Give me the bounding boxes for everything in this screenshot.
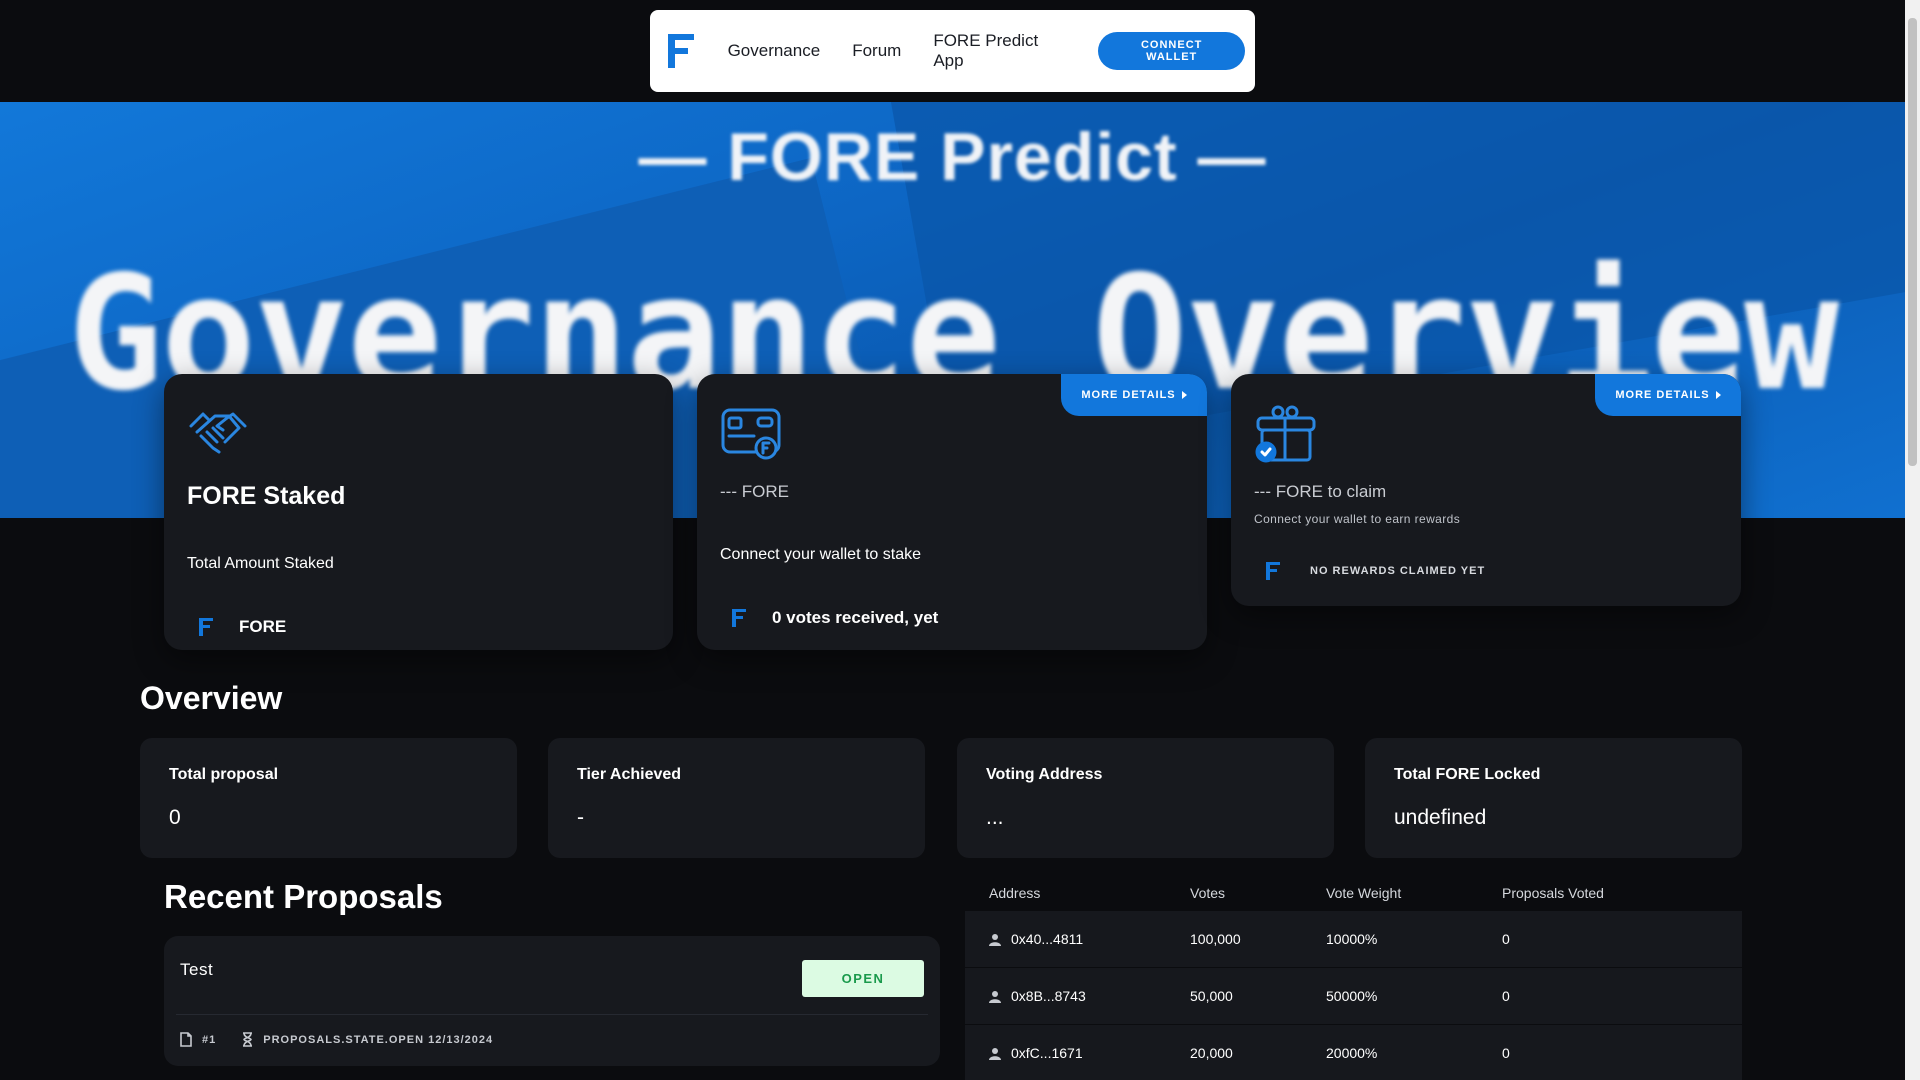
fore-logo-icon (732, 609, 746, 627)
proposal-card[interactable]: Test OPEN #1 PROPOSALS.STATE.OPEN 12/13/… (164, 936, 940, 1066)
address-cell: 0x8B...8743 (965, 988, 1190, 1004)
weight-cell: 50000% (1326, 988, 1378, 1004)
stat-voting-address: Voting Address ... (957, 738, 1334, 858)
more-details-label: MORE DETAILS (1615, 389, 1710, 401)
votes-value-row: 0 votes received, yet (720, 608, 1184, 628)
fore-logo-icon[interactable] (668, 34, 694, 68)
stat-value: ... (986, 806, 1004, 829)
votes-cell: 100,000 (1190, 931, 1241, 947)
stat-label: Total FORE Locked (1394, 766, 1541, 783)
proposals-voted-cell: 0 (1502, 1045, 1510, 1061)
more-details-button[interactable]: MORE DETAILS (1061, 374, 1207, 416)
table-header: Address Votes Vote Weight Proposals Vote… (965, 876, 1742, 910)
votes-value: 0 votes received, yet (772, 608, 939, 627)
address-text: 0x40...4811 (1011, 931, 1084, 947)
stake-card: MORE DETAILS --- FORE Connect your walle… (697, 374, 1207, 650)
rewards-hint: Connect your wallet to earn rewards (1254, 512, 1461, 526)
triangle-right-icon (1715, 391, 1721, 399)
address-text: 0xfC...1671 (1011, 1045, 1083, 1061)
column-header: Votes (1190, 885, 1226, 901)
address-text: 0x8B...8743 (1011, 988, 1086, 1004)
stat-value: undefined (1394, 806, 1487, 829)
document-icon (180, 1032, 192, 1047)
nav-link-governance[interactable]: Governance (728, 41, 821, 61)
table-row[interactable]: 0xfC...1671 20,000 20000% 0 (965, 1024, 1742, 1080)
user-icon (989, 933, 1001, 946)
rewards-value: NO REWARDS CLAIMED YET (1310, 565, 1486, 577)
stat-label: Tier Achieved (577, 766, 682, 783)
overview-title: Overview (140, 680, 283, 716)
fore-logo-icon (199, 618, 213, 636)
nav-bar: Governance Forum FORE Predict App CONNEC… (650, 10, 1255, 92)
triangle-right-icon (1181, 391, 1187, 399)
proposal-meta: #1 PROPOSALS.STATE.OPEN 12/13/2024 (180, 1032, 519, 1047)
stat-label: Total proposal (169, 766, 279, 783)
table-row[interactable]: 0x40...4811 100,000 10000% 0 (965, 910, 1742, 967)
more-details-button[interactable]: MORE DETAILS (1595, 374, 1741, 416)
proposal-id-text: #1 (202, 1033, 217, 1046)
weight-cell: 20000% (1326, 1045, 1378, 1061)
stat-total-proposal: Total proposal 0 (140, 738, 517, 858)
staked-value: FORE (239, 617, 287, 636)
user-icon (989, 1047, 1001, 1060)
stat-value: - (577, 806, 584, 829)
rewards-amount: --- FORE to claim (1254, 482, 1387, 501)
status-badge: OPEN (802, 960, 924, 997)
gift-icon (1255, 405, 1316, 463)
stake-amount: --- FORE (720, 482, 789, 501)
votes-cell: 50,000 (1190, 988, 1233, 1004)
address-cell: 0x40...4811 (965, 931, 1190, 947)
fore-staked-card: FORE Staked Total Amount Staked FORE (164, 374, 673, 650)
divider (176, 1014, 928, 1015)
connect-wallet-button[interactable]: CONNECT WALLET (1098, 32, 1246, 70)
proposal-state: PROPOSALS.STATE.OPEN 12/13/2024 (242, 1032, 493, 1047)
hourglass-icon (243, 1032, 253, 1047)
proposal-state-text: PROPOSALS.STATE.OPEN 12/13/2024 (263, 1033, 494, 1046)
nav-link-fore-predict-app[interactable]: FORE Predict App (933, 31, 1066, 71)
nav-links: Governance Forum FORE Predict App (728, 31, 1067, 71)
fore-logo-icon (1266, 562, 1280, 580)
column-header: Proposals Voted (1502, 885, 1604, 901)
card-subtitle: Total Amount Staked (187, 555, 334, 572)
recent-proposals-title: Recent Proposals (164, 878, 443, 915)
column-header: Vote Weight (1326, 885, 1402, 901)
weight-cell: 10000% (1326, 931, 1378, 947)
hero-subtitle: — FORE Predict — (638, 119, 1267, 195)
table-row[interactable]: 0x8B...8743 50,000 50000% 0 (965, 967, 1742, 1024)
proposals-voted-cell: 0 (1502, 988, 1510, 1004)
page-scrollbar[interactable] (1905, 0, 1920, 1080)
column-header: Address (989, 885, 1041, 901)
handshake-icon (189, 412, 247, 454)
stat-total-fore-locked: Total FORE Locked undefined (1365, 738, 1742, 858)
nav-link-forum[interactable]: Forum (852, 41, 901, 61)
stat-tier-achieved: Tier Achieved - (548, 738, 925, 858)
rewards-value-row: NO REWARDS CLAIMED YET (1254, 562, 1718, 580)
more-details-label: MORE DETAILS (1081, 389, 1176, 401)
voters-table: Address Votes Vote Weight Proposals Vote… (965, 876, 1742, 1080)
rewards-card: MORE DETAILS --- FORE to claim Connect y… (1231, 374, 1741, 606)
top-bar: Governance Forum FORE Predict App CONNEC… (0, 0, 1905, 102)
card-title: FORE Staked (187, 482, 346, 510)
wallet-card-icon (721, 408, 781, 460)
address-cell: 0xfC...1671 (965, 1045, 1190, 1061)
scrollbar-thumb[interactable] (1908, 18, 1917, 466)
proposals-voted-cell: 0 (1502, 931, 1510, 947)
proposal-id: #1 (180, 1032, 216, 1047)
user-icon (989, 990, 1001, 1003)
stat-value: 0 (169, 806, 181, 829)
staked-value-row: FORE (187, 617, 650, 637)
card-subtitle: Connect your wallet to stake (720, 546, 921, 563)
votes-cell: 20,000 (1190, 1045, 1233, 1061)
stat-label: Voting Address (986, 766, 1103, 783)
